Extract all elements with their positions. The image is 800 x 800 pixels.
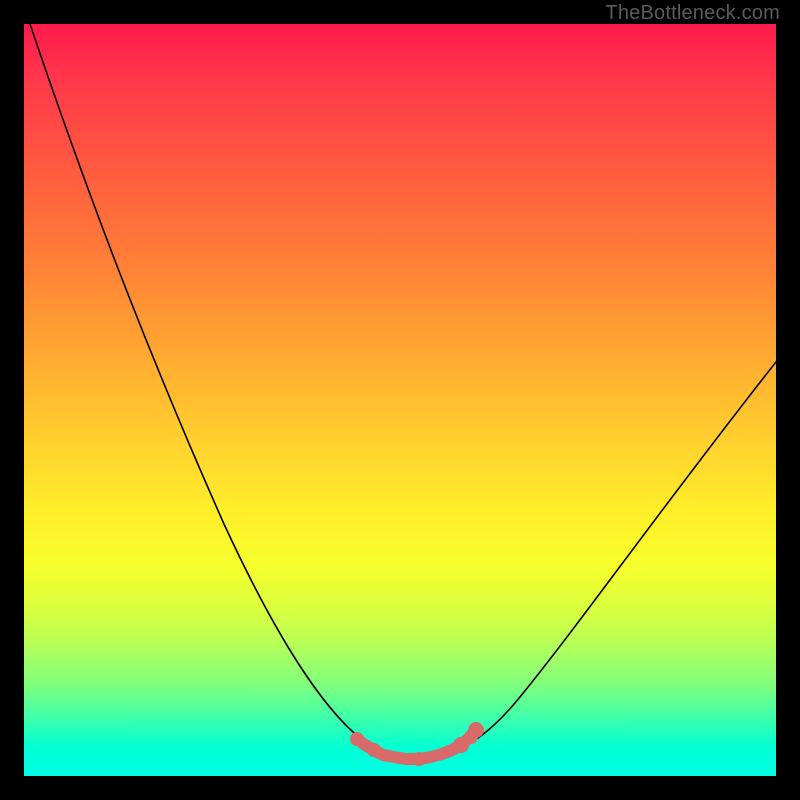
bottleneck-curve-svg [24,24,776,776]
overlay-dot [350,732,364,746]
plot-area [24,24,776,776]
bottleneck-curve [30,24,776,757]
overlay-dot [367,743,381,757]
overlay-dot [412,752,426,766]
watermark-label: TheBottleneck.com [605,2,780,25]
chart-frame: TheBottleneck.com [0,0,800,800]
overlay-dot [464,730,478,744]
